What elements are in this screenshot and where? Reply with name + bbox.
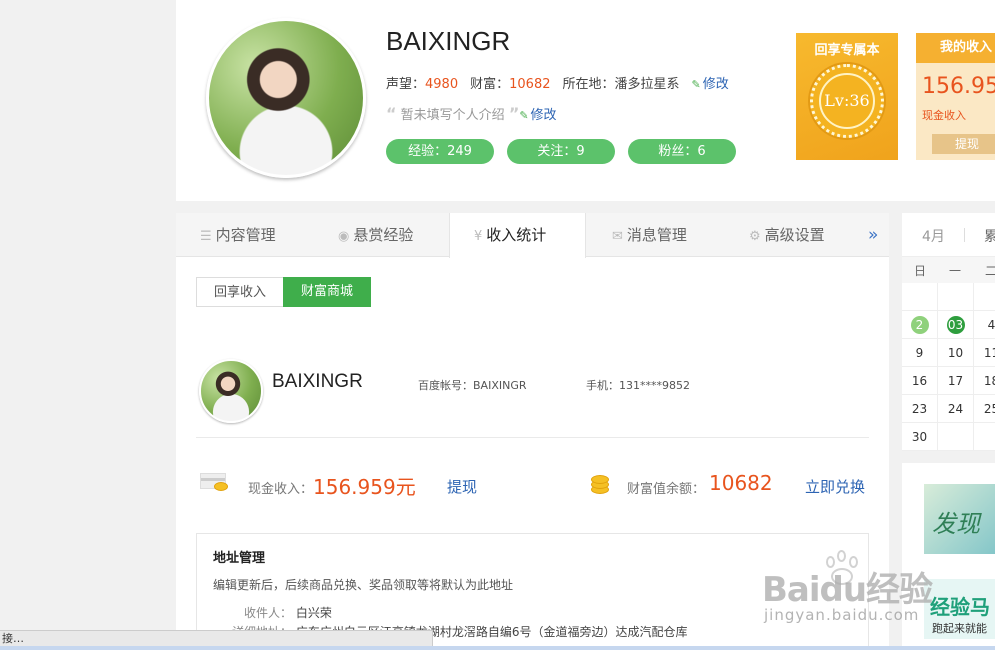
coin-icon — [214, 482, 228, 491]
status-bar: 接… — [0, 630, 433, 646]
wealth-label: 财富： — [470, 77, 510, 92]
calendar-day — [938, 423, 974, 451]
weekday-label: 日 — [914, 264, 927, 278]
calendar-day[interactable]: 23 — [902, 395, 938, 423]
calendar-card: 4月 累 日 一 二 2034 91011 161718 232425 30 — [902, 213, 995, 451]
following-pill[interactable]: 关注：9 — [507, 139, 615, 164]
promo-banner-experience[interactable]: 经验马 跑起来就能 — [924, 579, 995, 639]
calendar-day[interactable]: 03 — [938, 311, 974, 339]
coin-icon: ◉ — [338, 229, 350, 244]
pencil-icon: ✎ — [691, 78, 701, 91]
calendar-day[interactable]: 9 — [902, 339, 938, 367]
promo-banner-discover[interactable]: 发现 — [924, 484, 995, 554]
wealth-balance-value: 10682 — [709, 471, 773, 495]
edit-location-link[interactable]: ✎ 修改 — [692, 77, 729, 92]
list-icon: ☰ — [200, 229, 212, 244]
level-card-title: 回享专属本 — [814, 43, 880, 58]
income-withdraw-button[interactable]: 提现 — [932, 134, 995, 154]
yen-icon: ¥ — [474, 229, 483, 244]
calendar-day[interactable]: 4 — [974, 311, 995, 339]
mail-icon: ✉ — [612, 229, 623, 244]
account-avatar — [199, 359, 263, 423]
level-value: Lv:36 — [819, 73, 875, 129]
avatar[interactable] — [206, 18, 366, 178]
cash-income-label: 现金收入： — [248, 482, 314, 497]
followers-pill[interactable]: 粉丝：6 — [628, 139, 736, 164]
address-title: 地址管理 — [213, 551, 266, 566]
quote-close-icon: ” — [508, 104, 520, 123]
weekday-label: 一 — [949, 264, 962, 278]
calendar-day[interactable]: 16 — [902, 367, 938, 395]
watermark-text: Baidu经验 — [762, 570, 933, 610]
calendar-day[interactable]: 10 — [938, 339, 974, 367]
pencil-icon: ✎ — [519, 109, 529, 122]
recipient-value: 白兴荣 — [295, 606, 332, 620]
promo-banner-text: 发现 — [932, 510, 980, 538]
divider — [196, 437, 869, 438]
level-card[interactable]: 回享专属本 Lv:36 — [796, 33, 898, 160]
reputation-label: 声望： — [386, 77, 426, 92]
promo-banner-subtitle: 跑起来就能 — [932, 622, 987, 635]
income-card-sub: 现金收入 — [922, 109, 966, 122]
watermark-url: jingyan.baidu.com — [764, 606, 920, 624]
tab-content-management[interactable]: ☰ 内容管理 — [200, 213, 276, 257]
edit-intro-link[interactable]: ✎ 修改 — [519, 108, 556, 123]
phone-number: 手机：131****9852 — [586, 379, 690, 392]
calendar-day[interactable]: 18 — [974, 367, 995, 395]
calendar-day[interactable]: 25 — [974, 395, 995, 423]
calendar-header: 4月 累 — [902, 213, 995, 257]
calendar-day[interactable]: 30 — [902, 423, 938, 451]
calendar-day[interactable]: 11 — [974, 339, 995, 367]
intro-line: “ 暂未填写个人介绍 ”✎ 修改 — [386, 104, 557, 123]
location-label: 所在地： — [562, 77, 615, 92]
wealth-value: 10682 — [509, 77, 551, 92]
calendar-weekdays: 日 一 二 — [902, 257, 995, 283]
income-card: 我的收入 156.95 现金收入 提现 — [916, 33, 995, 160]
calendar-day — [938, 283, 974, 311]
calendar-separator — [964, 228, 965, 242]
money-row: 现金收入： 156.959元 提现 财富值余额： 10682 立即兑换 — [176, 469, 889, 499]
weekday-label: 二 — [985, 264, 995, 278]
calendar-day — [974, 283, 995, 311]
calendar-day — [974, 423, 995, 451]
calendar-next-label[interactable]: 累 — [984, 226, 995, 246]
calendar-day[interactable]: 17 — [938, 367, 974, 395]
quote-open-icon: “ — [386, 104, 397, 123]
tab-income-stats[interactable]: ¥ 收入统计 — [449, 213, 586, 258]
exchange-link[interactable]: 立即兑换 — [805, 476, 865, 497]
recipient-row: 收件人： 白兴荣 — [244, 606, 332, 620]
level-badge-icon: Lv:36 — [810, 64, 884, 138]
taskbar-edge — [0, 646, 995, 650]
calendar-day[interactable]: 2 — [902, 311, 938, 339]
baidu-account: 百度帐号：BAIXINGR — [418, 379, 527, 392]
profile-meta: 声望：4980 财富：10682 所在地：潘多拉星系 ✎ 修改 — [386, 73, 729, 92]
profile-card: BAIXINGR 声望：4980 财富：10682 所在地：潘多拉星系 ✎ 修改 “ 暂… — [176, 0, 995, 201]
experience-pill[interactable]: 经验：249 — [386, 139, 494, 164]
intro-text: 暂未填写个人介绍 — [400, 108, 505, 123]
income-card-title: 我的收入 — [916, 33, 995, 63]
gear-icon: ⚙ — [749, 229, 761, 244]
calendar-day — [902, 283, 938, 311]
tabs-more-icon[interactable]: » — [868, 225, 878, 245]
segment-share-income[interactable]: 回享收入 — [196, 277, 284, 307]
wealth-balance-label: 财富值余额： — [627, 482, 706, 497]
cash-income-value: 156.959元 — [313, 475, 416, 499]
username: BAIXINGR — [386, 26, 511, 56]
address-description: 编辑更新后，后续商品兑换、奖品领取等将默认为此地址 — [213, 578, 514, 592]
calendar-month[interactable]: 4月 — [922, 226, 945, 246]
location-value: 潘多拉星系 — [614, 77, 680, 92]
tab-bounty-experience[interactable]: ◉ 悬赏经验 — [338, 213, 413, 257]
withdraw-link[interactable]: 提现 — [447, 476, 477, 497]
tab-bar: ☰ 内容管理 ◉ 悬赏经验 ¥ 收入统计 ✉ 消息管理 ⚙ 高级设置 » — [176, 213, 889, 258]
promo-banner-title: 经验马 — [930, 595, 990, 619]
calendar-day[interactable]: 24 — [938, 395, 974, 423]
tab-advanced-settings[interactable]: ⚙ 高级设置 — [749, 213, 825, 257]
segment-wealth-mall[interactable]: 财富商城 — [283, 277, 371, 307]
tab-message-management[interactable]: ✉ 消息管理 — [612, 213, 687, 257]
reputation-value: 4980 — [425, 77, 459, 92]
income-card-value: 156.95 — [922, 74, 995, 99]
account-name: BAIXINGR — [272, 371, 363, 392]
